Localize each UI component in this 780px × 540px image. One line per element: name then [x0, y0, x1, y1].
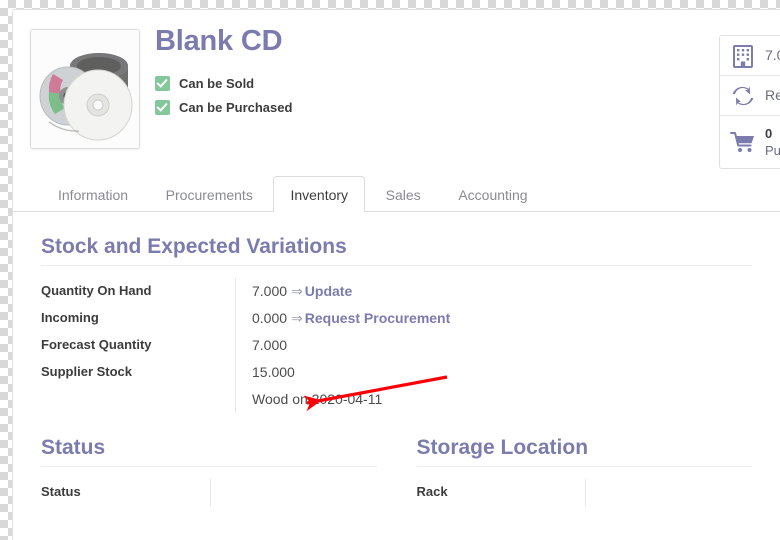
storage-field-grid: Rack [416, 479, 752, 507]
tab-information[interactable]: Information [41, 176, 145, 212]
quantity-on-hand-label: Quantity On Hand [41, 283, 152, 299]
product-header: Blank CD Can be Sold Can be Purchased 7.… [13, 10, 780, 176]
incoming-label: Incoming [41, 310, 99, 326]
field-row-quantity-on-hand: Quantity On Hand 7.000 ⇒ Update [41, 278, 451, 306]
incoming-value: 0.000 [252, 310, 288, 327]
rack-label: Rack [416, 484, 448, 500]
forecast-quantity-label: Forecast Quantity [41, 337, 152, 353]
supplier-stock-label: Supplier Stock [41, 364, 133, 380]
status-label: Status [41, 484, 81, 500]
stock-field-grid: Quantity On Hand 7.000 ⇒ Update Incoming 0… [41, 278, 451, 414]
field-row-rack: Rack [416, 479, 752, 507]
supplier-stock-value: 15.000 [235, 359, 451, 387]
building-icon [730, 43, 756, 69]
cart-icon [730, 129, 756, 155]
forecast-quantity-value: 7.000 [235, 332, 451, 360]
field-row-supplier-stock: Supplier Stock 15.000 [41, 359, 451, 387]
can-be-purchased-label: Can be Purchased [179, 99, 293, 115]
section-divider [41, 466, 377, 468]
double-arrow-icon: ⇒ [291, 310, 303, 327]
section-divider [41, 265, 752, 267]
can-be-sold-label: Can be Sold [179, 75, 255, 91]
section-divider [416, 466, 752, 468]
lower-sections: Status Status Storage Location Rack [41, 435, 752, 507]
quantity-on-hand-value-cell: 7.000 ⇒ Update [235, 278, 451, 306]
page-title: Blank CD [155, 25, 283, 57]
reordering-rules-stat-button[interactable]: Reord [720, 76, 780, 116]
field-row-incoming: Incoming 0.000 ⇒ Request Procurement [41, 305, 451, 333]
tab-accounting[interactable]: Accounting [441, 176, 544, 212]
on-hand-stat-button[interactable]: 7.0 [720, 36, 780, 76]
storage-location-section: Storage Location Rack [416, 435, 752, 507]
can-be-purchased-row[interactable]: Can be Purchased [155, 99, 293, 115]
status-field-grid: Status [41, 479, 377, 507]
field-row-supplier-stock-detail: Wood on 2020-04-11 [41, 386, 451, 414]
blank-cd-spindle-icon [31, 30, 139, 148]
reordering-rules-stat-label: Reord [765, 86, 780, 103]
purchases-stat-button[interactable]: 0 Purc [720, 116, 780, 168]
inventory-tab-content: Stock and Expected Variations Quantity O… [13, 212, 780, 507]
product-form-sheet: Blank CD Can be Sold Can be Purchased 7.… [12, 9, 780, 540]
notebook-tabs: Information Procurements Inventory Sales… [13, 176, 780, 213]
on-hand-stat-label: 7.0 [765, 46, 780, 63]
product-image[interactable] [30, 29, 140, 149]
supplier-stock-detail-value: Wood on 2020-04-11 [235, 386, 451, 414]
request-procurement-link[interactable]: Request Procurement [305, 310, 450, 326]
rack-value[interactable] [585, 479, 752, 507]
field-row-status: Status [41, 479, 377, 507]
check-icon[interactable] [155, 99, 170, 115]
purchases-stat-label: Purc [765, 143, 780, 158]
tab-inventory[interactable]: Inventory [273, 176, 366, 213]
check-icon[interactable] [155, 75, 170, 91]
update-link[interactable]: Update [305, 283, 352, 299]
stock-section-title: Stock and Expected Variations [41, 235, 347, 258]
refresh-icon [730, 83, 756, 109]
field-row-forecast-quantity: Forecast Quantity 7.000 [41, 332, 451, 360]
incoming-value-cell: 0.000 ⇒ Request Procurement [235, 305, 451, 333]
tab-procurements[interactable]: Procurements [149, 176, 270, 212]
product-flags: Can be Sold Can be Purchased [155, 75, 293, 115]
status-value[interactable] [209, 479, 377, 507]
product-title-block: Blank CD Can be Sold Can be Purchased [155, 25, 293, 124]
stat-button-group: 7.0 Reord [719, 35, 780, 169]
can-be-sold-row[interactable]: Can be Sold [155, 75, 292, 91]
status-section: Status Status [41, 435, 377, 507]
quantity-on-hand-value: 7.000 [252, 283, 288, 300]
purchases-stat-count: 0 [765, 125, 773, 141]
status-section-title: Status [41, 436, 106, 460]
supplier-stock-detail-label [41, 386, 236, 413]
storage-location-section-title: Storage Location [416, 436, 589, 460]
double-arrow-icon: ⇒ [291, 283, 303, 300]
tab-sales[interactable]: Sales [369, 176, 438, 212]
